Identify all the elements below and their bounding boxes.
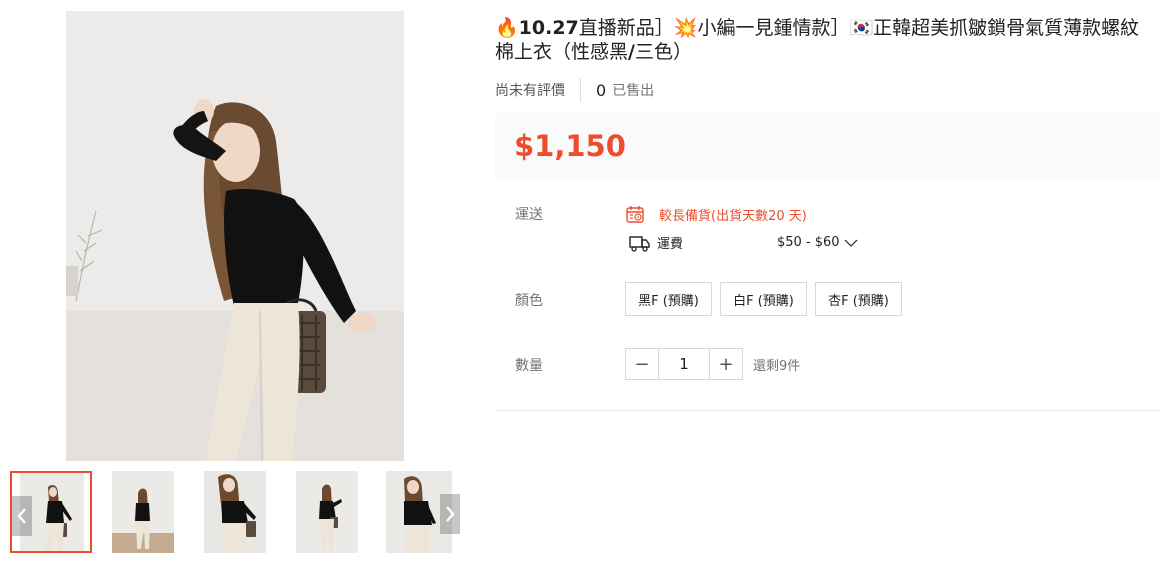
title-part-1: 直播新品］ xyxy=(578,17,674,39)
quantity-label: 數量 xyxy=(515,358,543,374)
calendar-icon xyxy=(626,206,644,223)
rating-text[interactable]: 尚未有評價 xyxy=(495,80,565,100)
thumbnail-image xyxy=(112,471,174,553)
color-option-apricot[interactable]: 杏F (預購) xyxy=(815,282,902,316)
color-option-black[interactable]: 黑F (預購) xyxy=(625,282,712,316)
thumbnail-image xyxy=(296,471,358,553)
chevron-down-icon xyxy=(844,239,858,247)
title-part-4: 三色） xyxy=(634,41,692,63)
stock-remaining: 還剩9件 xyxy=(753,359,801,374)
section-divider xyxy=(495,410,1160,411)
thumbnail-5[interactable] xyxy=(378,471,460,553)
title-date: 10.27 xyxy=(518,17,579,39)
thumbnail-2[interactable] xyxy=(102,471,184,553)
shipping-fee-dropdown[interactable]: $50 - $60 xyxy=(777,235,858,250)
preorder-text: 較長備貨(出貨天數20 天) xyxy=(659,208,807,224)
korea-flag-emoji: 🇰🇷 xyxy=(849,17,874,39)
product-title: 🔥10.27直播新品］💥小編一見鍾情款］🇰🇷正韓超美抓皺鎖骨氣質薄款螺紋棉上衣（… xyxy=(495,16,1155,64)
thumbnail-strip xyxy=(10,471,460,553)
color-label: 顏色 xyxy=(515,293,543,309)
sold-label: 已售出 xyxy=(612,83,655,99)
truck-icon xyxy=(629,235,650,252)
product-meta: 尚未有評價 0 已售出 xyxy=(495,78,654,102)
shipping-fee-label: 運費 xyxy=(657,237,684,252)
shipping-label: 運送 xyxy=(515,207,543,223)
shipping-fee-range: $50 - $60 xyxy=(777,235,840,250)
thumbnail-3[interactable] xyxy=(194,471,276,553)
chevron-left-icon xyxy=(17,508,26,524)
quantity-decrease-button[interactable]: − xyxy=(626,349,658,379)
sold-count: 0 xyxy=(596,80,607,100)
color-option-white[interactable]: 白F (預購) xyxy=(720,282,807,316)
title-slash: / xyxy=(628,41,635,63)
thumbnail-1[interactable] xyxy=(10,471,92,553)
quantity-increase-button[interactable]: + xyxy=(710,349,742,379)
model-photo-illustration xyxy=(66,11,404,461)
meta-divider xyxy=(580,78,581,102)
main-product-image[interactable] xyxy=(66,11,404,461)
chevron-right-icon xyxy=(446,506,455,522)
thumbnail-prev-button[interactable] xyxy=(12,496,32,536)
shipping-preorder-notice: 較長備貨(出貨天數20 天) xyxy=(625,204,807,224)
collision-emoji: 💥 xyxy=(673,17,698,39)
title-part-2: 小編一見鍾情款］ xyxy=(697,17,850,39)
thumbnail-4[interactable] xyxy=(286,471,368,553)
shipping-fee: 運費 $50 - $60 xyxy=(629,233,858,252)
fire-emoji: 🔥 xyxy=(495,17,519,39)
quantity-input[interactable]: 1 xyxy=(658,349,710,379)
price-section: $1,150 xyxy=(495,113,1160,179)
quantity-stepper: − 1 + xyxy=(625,348,743,380)
product-price: $1,150 xyxy=(514,129,626,163)
thumbnail-image xyxy=(204,471,266,553)
thumbnail-next-button[interactable] xyxy=(440,494,460,534)
